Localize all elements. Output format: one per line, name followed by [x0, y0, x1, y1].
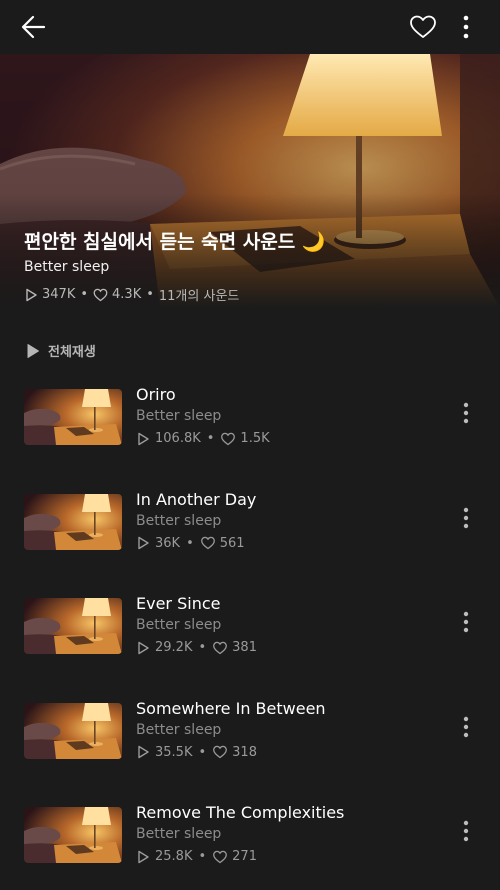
heart-outline-icon — [221, 432, 236, 445]
separator-dot: • — [198, 744, 207, 760]
playlist-artist[interactable]: Better sleep — [24, 259, 109, 275]
track-stats: 25.8K • 271 — [136, 849, 257, 864]
separator-dot: • — [186, 535, 194, 551]
separator-dot: • — [80, 287, 89, 302]
separator-dot: • — [206, 431, 215, 446]
kebab-menu-icon[interactable] — [458, 715, 474, 739]
separator-dot: • — [198, 640, 207, 655]
play-outline-icon — [138, 432, 149, 445]
track-thumbnail[interactable] — [24, 598, 122, 654]
track-title: In Another Day — [136, 489, 257, 509]
kebab-menu-icon[interactable] — [458, 610, 474, 634]
kebab-menu-icon[interactable] — [458, 506, 474, 530]
play-all-label: 전체재생 — [48, 345, 96, 360]
sound-count: 11개의 사운드 — [158, 289, 240, 304]
playlist-stats: 347K • 4.3K • 11개의 사운드 — [24, 285, 239, 304]
track-row[interactable]: In Another Day Better sleep 36K • 561 — [0, 490, 500, 574]
track-artist: Better sleep — [136, 512, 222, 529]
play-icon — [27, 343, 39, 358]
heart-outline-icon — [213, 745, 228, 759]
heart-outline-icon[interactable] — [409, 14, 437, 40]
play-outline-icon — [138, 536, 149, 550]
play-outline-icon — [138, 641, 149, 654]
moon-emoji: 🌙 — [301, 231, 326, 253]
track-row[interactable]: Oriro Better sleep 106.8K • 1.5K — [0, 385, 500, 469]
track-row[interactable]: Somewhere In Between Better sleep 35.5K … — [0, 699, 500, 783]
track-plays: 29.2K — [155, 640, 193, 655]
heart-outline-icon — [93, 288, 108, 301]
play-outline-icon — [26, 288, 37, 301]
separator-dot: • — [146, 287, 154, 302]
track-title: Somewhere In Between — [136, 698, 326, 718]
track-thumbnail[interactable] — [24, 389, 122, 445]
play-all-button[interactable]: 전체재생 — [26, 341, 96, 360]
track-plays: 36K — [155, 535, 181, 551]
track-artist: Better sleep — [136, 826, 222, 842]
track-likes: 381 — [232, 640, 257, 655]
track-row[interactable]: Ever Since Better sleep 29.2K • 381 — [0, 594, 500, 678]
play-outline-icon — [138, 850, 149, 863]
track-plays: 106.8K — [155, 431, 201, 446]
arrow-left-icon[interactable] — [20, 14, 48, 40]
playlist-title: 편안한 침실에서 듣는 숙면 사운드 🌙 — [24, 227, 325, 254]
track-thumbnail[interactable] — [24, 702, 122, 759]
track-thumbnail[interactable] — [24, 493, 122, 550]
track-plays: 25.8K — [155, 849, 193, 864]
track-likes: 318 — [232, 744, 257, 760]
track-stats: 29.2K • 381 — [136, 640, 257, 655]
track-row[interactable]: Remove The Complexities Better sleep 25.… — [0, 803, 500, 887]
track-likes: 1.5K — [240, 431, 270, 446]
heart-outline-icon — [200, 536, 215, 550]
track-artist: Better sleep — [136, 617, 222, 633]
track-title: Ever Since — [136, 594, 221, 613]
track-likes: 561 — [219, 535, 245, 551]
kebab-menu-icon[interactable] — [458, 401, 474, 425]
track-thumbnail[interactable] — [24, 807, 122, 863]
track-stats: 106.8K • 1.5K — [136, 431, 270, 446]
heart-outline-icon — [213, 641, 228, 654]
kebab-menu-icon[interactable] — [456, 14, 476, 40]
play-outline-icon — [138, 745, 149, 759]
plays-count: 347K — [42, 287, 76, 302]
separator-dot: • — [198, 849, 207, 864]
top-bar — [0, 0, 500, 54]
track-title: Remove The Complexities — [136, 803, 345, 822]
track-likes: 271 — [232, 849, 257, 864]
playlist-title-text: 편안한 침실에서 듣는 숙면 사운드 — [24, 231, 296, 253]
track-plays: 35.5K — [155, 744, 193, 760]
heart-outline-icon — [213, 850, 228, 863]
track-artist: Better sleep — [136, 408, 222, 424]
kebab-menu-icon[interactable] — [458, 819, 474, 843]
track-stats: 36K • 561 — [136, 536, 245, 551]
likes-count: 4.3K — [112, 287, 142, 302]
track-stats: 35.5K • 318 — [136, 745, 257, 760]
track-title: Oriro — [136, 385, 176, 404]
track-artist: Better sleep — [136, 721, 222, 738]
